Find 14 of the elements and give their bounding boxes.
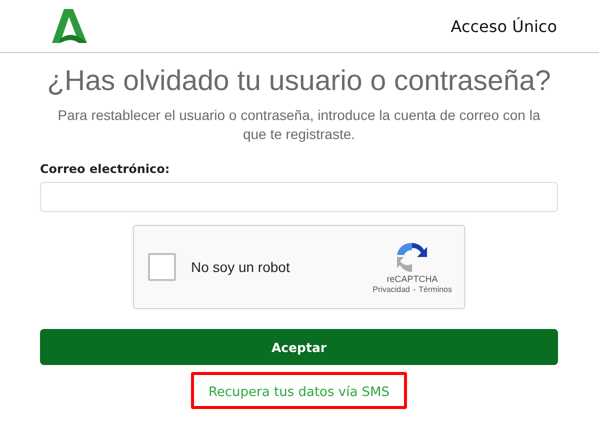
separator: - [412,284,416,294]
page-title: Acceso Único [450,16,557,36]
logo-icon [52,9,88,43]
privacy-link[interactable]: Privacidad [372,284,410,294]
field-label: Correo electrónico: [40,162,171,176]
intro-text: Para restablecer el usuario o contraseña, introduce la cuenta de correo con la que te registraste. [56,106,542,144]
captcha-brand: reCAPTCHA [386,274,438,284]
heading: ¿Has olvidado tu usuario o contraseña? [46,65,552,98]
terms-link[interactable]: Términos [418,284,452,294]
recaptcha-icon [396,240,428,272]
captcha-checkbox[interactable] [148,253,176,281]
submit-button[interactable]: Aceptar [40,329,558,365]
email-field[interactable] [40,182,558,212]
captcha-label: No soy un robot [191,259,291,275]
